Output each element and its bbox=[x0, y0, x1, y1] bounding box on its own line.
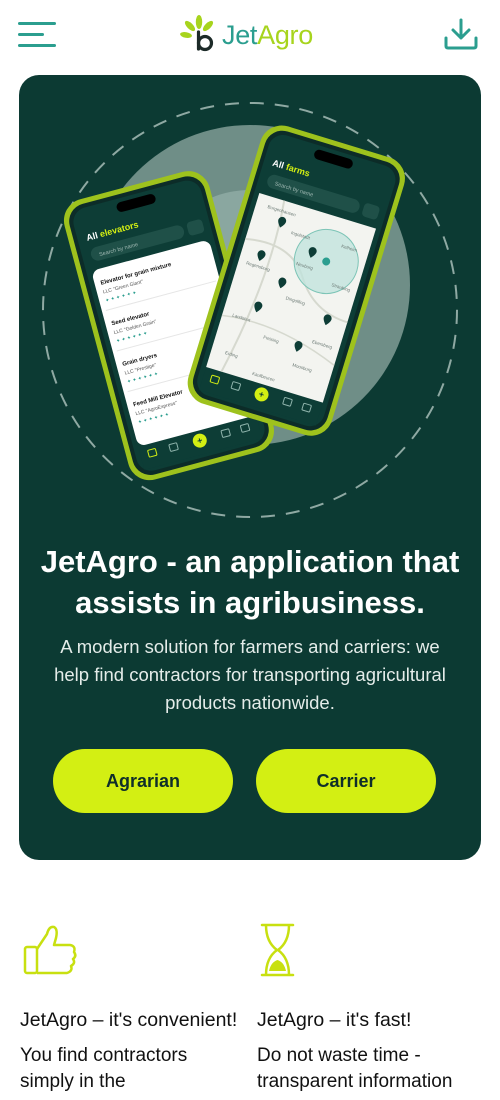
agrarian-button[interactable]: Agrarian bbox=[53, 749, 233, 813]
carrier-button[interactable]: Carrier bbox=[256, 749, 436, 813]
hourglass-icon bbox=[260, 923, 295, 977]
feature-text: You find contractors simply in the bbox=[20, 1045, 188, 1092]
download-icon[interactable] bbox=[442, 16, 480, 52]
hero-subtitle: A modern solution for farmers and carrie… bbox=[54, 636, 446, 713]
header: JetAgro bbox=[0, 0, 500, 75]
leaf-logo-icon bbox=[180, 15, 214, 52]
feature-title: JetAgro – it's convenient! bbox=[20, 1009, 238, 1031]
hero-phones-illustration: All elevators Search by name Elevator fo… bbox=[42, 102, 458, 518]
thumbs-up-icon bbox=[23, 925, 77, 975]
hamburger-menu-icon[interactable] bbox=[18, 22, 58, 48]
hero-title: JetAgro - an application that assists in… bbox=[40, 544, 460, 620]
feature-fast: JetAgro – it's fast! Do not waste time -… bbox=[257, 920, 477, 1095]
logo-text: JetAgro bbox=[222, 19, 313, 50]
feature-title: JetAgro – it's fast! bbox=[257, 1009, 412, 1031]
feature-text: Do not waste time - transparent informat… bbox=[257, 1045, 453, 1092]
feature-convenient: JetAgro – it's convenient! You find cont… bbox=[20, 920, 240, 1095]
jetagro-logo[interactable]: JetAgro bbox=[178, 14, 313, 56]
hero-card: All elevators Search by name Elevator fo… bbox=[19, 75, 481, 860]
